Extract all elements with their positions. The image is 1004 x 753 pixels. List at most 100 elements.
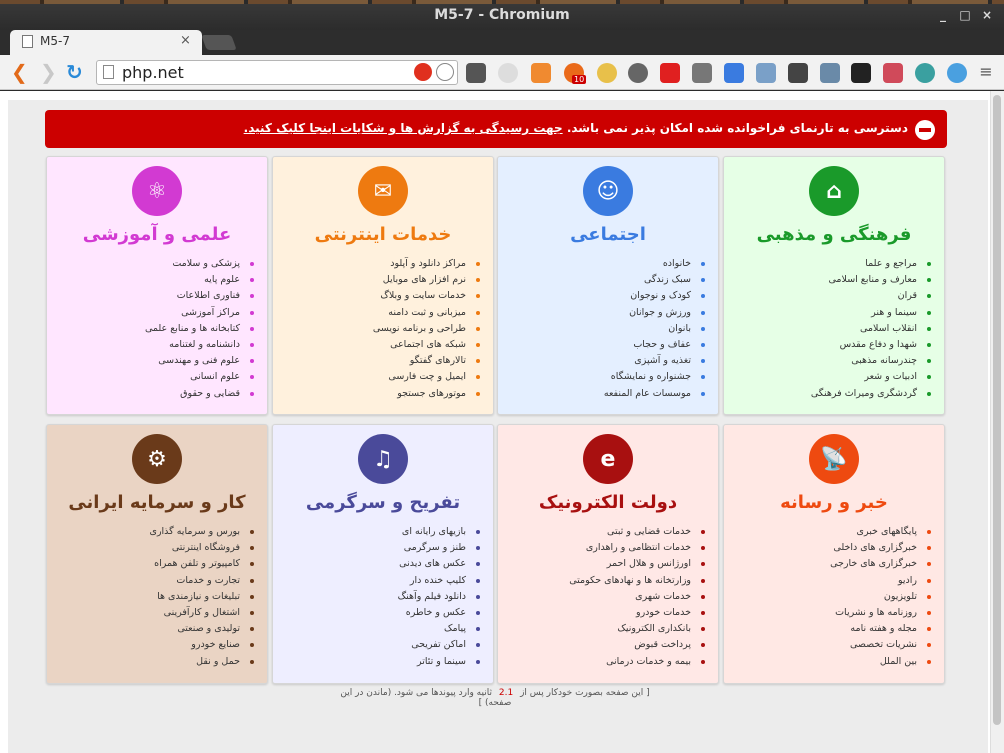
category-link[interactable]: دانشنامه و لغتنامه — [145, 337, 255, 353]
chat-icon[interactable] — [883, 63, 903, 83]
category-link[interactable]: کودک و نوجوان — [604, 288, 706, 304]
entertainment-icon[interactable]: ♫ — [358, 434, 408, 484]
k-icon[interactable] — [851, 63, 871, 83]
forward-arrow-icon[interactable]: ❯ — [40, 60, 57, 84]
new-tab-button[interactable] — [201, 35, 237, 50]
category-link[interactable]: موسسات عام المنفعه — [604, 386, 706, 402]
category-link[interactable]: مراکز آموزشی — [145, 305, 255, 321]
category-link[interactable]: ایمیل و چت فارسی — [373, 369, 481, 385]
category-link[interactable]: بانوان — [604, 321, 706, 337]
category-title[interactable]: خدمات اینترنتی — [272, 224, 494, 245]
category-link[interactable]: پیامک — [398, 621, 481, 637]
category-link[interactable]: کامپیوتر و تلفن همراه — [150, 556, 255, 572]
owl-icon[interactable] — [597, 63, 617, 83]
asterisk-icon[interactable] — [660, 63, 680, 83]
category-link[interactable]: فروشگاه اینترنتی — [150, 540, 255, 556]
category-title[interactable]: دولت الکترونیک — [497, 492, 719, 513]
category-link[interactable]: خانواده — [604, 256, 706, 272]
category-link[interactable]: تالارهای گفتگو — [373, 353, 481, 369]
category-title[interactable]: فرهنگی و مذهبی — [723, 224, 945, 245]
category-link[interactable]: پایگاههای خبری — [830, 524, 931, 540]
category-link[interactable]: بورس و سرمایه گذاری — [150, 524, 255, 540]
category-link[interactable]: فناوری اطلاعات — [145, 288, 255, 304]
category-link[interactable]: انقلاب اسلامی — [811, 321, 932, 337]
category-link[interactable]: سینما و هنر — [811, 305, 932, 321]
pocket-icon[interactable] — [466, 63, 486, 83]
category-link[interactable]: اشتغال و کارآفرینی — [150, 605, 255, 621]
translate-icon[interactable] — [724, 63, 744, 83]
category-link[interactable]: مراکز دانلود و آپلود — [373, 256, 481, 272]
close-window-button[interactable]: × — [980, 8, 994, 22]
category-link[interactable]: خدمات انتظامی و راهداری — [569, 540, 705, 556]
category-link[interactable]: حمل و نقل — [150, 654, 255, 670]
category-link[interactable]: خبرگزاری های خارجی — [830, 556, 931, 572]
category-link[interactable]: وزارتخانه ها و نهادهای حکومتی — [569, 573, 705, 589]
category-link[interactable]: طراحی و برنامه نویسی — [373, 321, 481, 337]
back-arrow-icon[interactable]: ❮ — [11, 60, 28, 84]
category-link[interactable]: علوم فنی و مهندسی — [145, 353, 255, 369]
category-title[interactable]: خبر و رسانه — [723, 492, 945, 513]
wrench-icon[interactable] — [820, 63, 840, 83]
category-link[interactable]: سبک زندگی — [604, 272, 706, 288]
category-link[interactable]: کتابخانه ها و منابع علمی — [145, 321, 255, 337]
bookmark-star-icon[interactable] — [436, 63, 454, 81]
film-reel-icon[interactable] — [628, 63, 648, 83]
cloud-icon[interactable] — [498, 63, 518, 83]
category-link[interactable]: تغذیه و آشپزی — [604, 353, 706, 369]
maximize-button[interactable]: □ — [958, 8, 972, 22]
category-title[interactable]: علمی و آموزشی — [46, 224, 268, 245]
e-government-icon[interactable]: e — [583, 434, 633, 484]
category-link[interactable]: رادیو — [830, 573, 931, 589]
block-extension-icon[interactable] — [414, 63, 432, 81]
reload-icon[interactable]: ↻ — [66, 60, 83, 84]
category-link[interactable]: معارف و منابع اسلامی — [811, 272, 932, 288]
category-link[interactable]: بانکداری الکترونیک — [569, 621, 705, 637]
category-link[interactable]: خدمات قضایی و ثبتی — [569, 524, 705, 540]
category-title[interactable]: اجتماعی — [497, 224, 719, 245]
category-link[interactable]: جشنواره و نمایشگاه — [604, 369, 706, 385]
category-link[interactable]: علوم پایه — [145, 272, 255, 288]
category-link[interactable]: چندرسانه مذهبی — [811, 353, 932, 369]
category-link[interactable]: شبکه های اجتماعی — [373, 337, 481, 353]
category-link[interactable]: نرم افزار های موبایل — [373, 272, 481, 288]
category-link[interactable]: خبرگزاری های داخلی — [830, 540, 931, 556]
category-link[interactable]: سینما و تئاتر — [398, 654, 481, 670]
category-link[interactable]: قضایی و حقوق — [145, 386, 255, 402]
category-link[interactable]: عکس های دیدنی — [398, 556, 481, 572]
category-link[interactable]: تبلیغات و نیازمندی ها — [150, 589, 255, 605]
category-link[interactable]: خدمات خودرو — [569, 605, 705, 621]
family-icon[interactable]: ☺ — [583, 166, 633, 216]
category-link[interactable]: نشریات تخصصی — [830, 637, 931, 653]
category-link[interactable]: اورژانس و هلال احمر — [569, 556, 705, 572]
category-link[interactable]: خدمات شهری — [569, 589, 705, 605]
complaint-link[interactable]: جهت رسیدگی به گزارش ها و شکایات اینجا کل… — [244, 121, 563, 135]
category-link[interactable]: روزنامه ها و نشریات — [830, 605, 931, 621]
category-link[interactable]: گردشگری ومیراث فرهنگی — [811, 386, 932, 402]
category-link[interactable]: قران — [811, 288, 932, 304]
category-link[interactable]: علوم انسانی — [145, 369, 255, 385]
scrollbar-thumb[interactable] — [993, 95, 1001, 725]
download-icon[interactable] — [692, 63, 712, 83]
category-link[interactable]: تلویزیون — [830, 589, 931, 605]
category-link[interactable]: اماکن تفریحی — [398, 637, 481, 653]
extension-icon[interactable] — [531, 63, 551, 83]
category-link[interactable]: مراجع و علما — [811, 256, 932, 272]
category-link[interactable]: بیمه و خدمات درمانی — [569, 654, 705, 670]
mosque-icon[interactable]: ⌂ — [809, 166, 859, 216]
camera-icon[interactable] — [756, 63, 776, 83]
tool-icon[interactable] — [788, 63, 808, 83]
page-info-icon[interactable] — [103, 65, 114, 79]
category-link[interactable]: دانلود فیلم وآهنگ — [398, 589, 481, 605]
category-link[interactable]: صنایع خودرو — [150, 637, 255, 653]
category-title[interactable]: کار و سرمایه ایرانی — [46, 492, 268, 513]
category-link[interactable]: کلیپ خنده دار — [398, 573, 481, 589]
category-link[interactable]: میزبانی و ثبت دامنه — [373, 305, 481, 321]
minimize-button[interactable]: _ — [936, 8, 950, 22]
category-link[interactable]: موتورهای جستجو — [373, 386, 481, 402]
category-link[interactable]: خدمات سایت و وبلاگ — [373, 288, 481, 304]
category-link[interactable]: شهدا و دفاع مقدس — [811, 337, 932, 353]
satellite-dish-icon[interactable]: 📡 — [809, 434, 859, 484]
category-link[interactable]: عفاف و حجاب — [604, 337, 706, 353]
tab-m5-7[interactable] — [10, 30, 202, 55]
internet-services-icon[interactable]: ✉ — [358, 166, 408, 216]
